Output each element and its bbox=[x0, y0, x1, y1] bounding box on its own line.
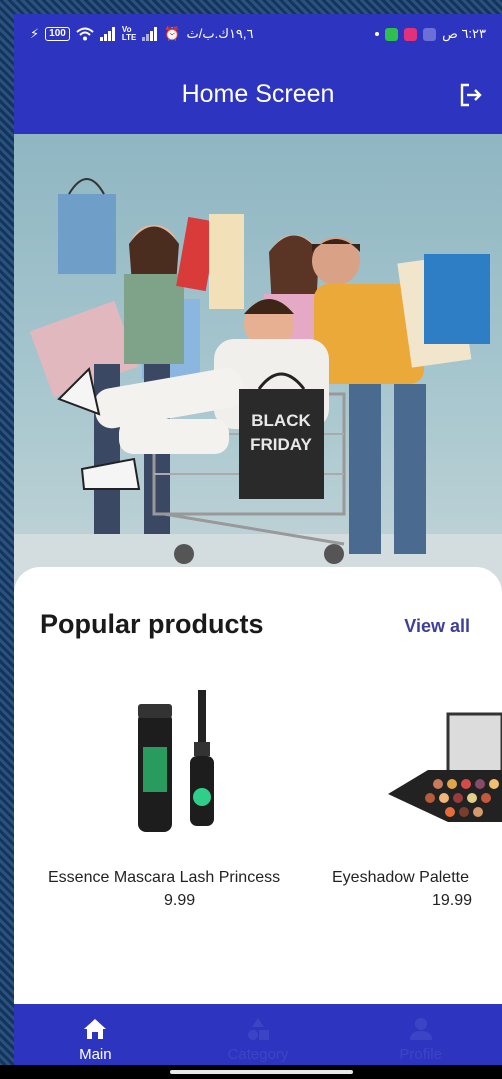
hero-banner: BLACK FRIDAY bbox=[14, 134, 502, 604]
page-title: Home Screen bbox=[181, 79, 335, 108]
shopping-people-illustration: BLACK FRIDAY bbox=[14, 178, 502, 604]
wifi-icon bbox=[76, 27, 94, 41]
popular-products-section: Popular products View all Essence Mascar… bbox=[14, 567, 502, 1007]
battery-indicator: 100 bbox=[45, 27, 70, 41]
volte-icon: Vo LTE bbox=[121, 25, 137, 42]
person-icon bbox=[409, 1018, 432, 1040]
instagram-icon bbox=[404, 27, 418, 41]
eyeshadow-palette-image bbox=[388, 712, 502, 822]
charging-icon: ⚡ bbox=[30, 26, 40, 41]
section-title: Popular products bbox=[40, 609, 264, 639]
status-right: ٦:٢٣ ص bbox=[375, 26, 486, 42]
status-left: ⚡ 100 Vo LTE ⏰ ١٩,٦ك.ب/ث bbox=[30, 26, 254, 42]
nav-label-profile: Profile bbox=[399, 1046, 442, 1063]
shopping-bag-blue bbox=[58, 194, 116, 274]
status-bar: ⚡ 100 Vo LTE ⏰ ١٩,٦ك.ب/ث ٦:٢٣ ص bbox=[14, 14, 502, 54]
phone-screen: ⚡ 100 Vo LTE ⏰ ١٩,٦ك.ب/ث ٦:٢٣ ص Home Scr… bbox=[14, 14, 502, 1079]
nav-label-main: Main bbox=[79, 1046, 112, 1063]
logout-icon[interactable] bbox=[458, 82, 484, 108]
network-speed: ١٩,٦ك.ب/ث bbox=[186, 26, 254, 41]
product-price: 19.99 bbox=[432, 892, 473, 909]
product-price: 9.99 bbox=[164, 892, 196, 909]
android-app-icon bbox=[385, 27, 399, 41]
alarm-icon: ⏰ bbox=[164, 26, 181, 41]
mascara-image bbox=[138, 690, 214, 832]
system-gesture-bar bbox=[0, 1065, 502, 1079]
clock: ٦:٢٣ ص bbox=[442, 26, 486, 41]
bag-text-friday: FRIDAY bbox=[250, 435, 312, 454]
category-icon bbox=[248, 1018, 269, 1040]
app-notification-icon bbox=[423, 27, 437, 41]
app-bar: Home Screen bbox=[14, 54, 502, 134]
gesture-handle[interactable] bbox=[170, 1070, 353, 1074]
product-name: Eyeshadow Palette bbox=[332, 869, 469, 886]
nav-label-category: Category bbox=[227, 1046, 289, 1063]
signal-icon-2 bbox=[142, 27, 158, 41]
view-all-link[interactable]: View all bbox=[404, 616, 470, 637]
bag-text-black: BLACK bbox=[251, 411, 311, 430]
notification-dot bbox=[375, 32, 380, 36]
product-name: Essence Mascara Lash Princess bbox=[48, 869, 281, 886]
signal-icon bbox=[99, 27, 115, 41]
home-icon bbox=[84, 1019, 107, 1039]
